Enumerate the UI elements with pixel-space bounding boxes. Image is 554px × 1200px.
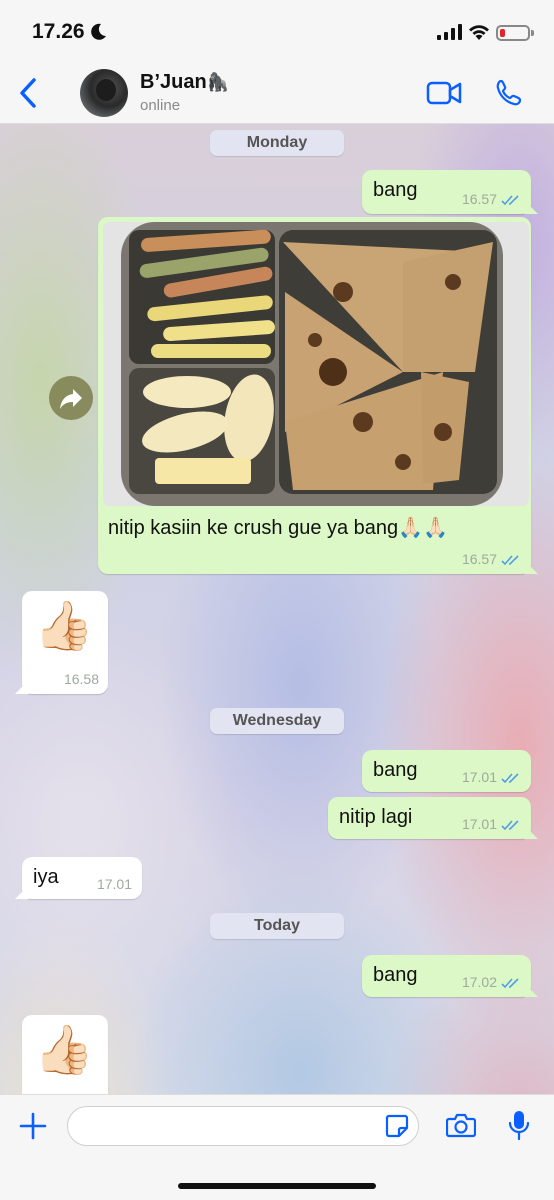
message-photo[interactable] xyxy=(103,222,529,506)
message-input[interactable] xyxy=(67,1106,419,1146)
message-text: bang xyxy=(373,759,418,781)
message-outgoing[interactable]: bang 17.01 xyxy=(362,750,531,792)
composer-bar xyxy=(0,1094,554,1200)
home-indicator xyxy=(178,1183,376,1189)
date-separator-today: Today xyxy=(210,913,344,939)
microphone-icon[interactable] xyxy=(507,1109,531,1141)
message-meta: 17.01 xyxy=(462,769,521,785)
double-check-icon xyxy=(501,978,519,989)
avatar[interactable] xyxy=(80,69,128,117)
chat-header: B’Juan🦍 online xyxy=(0,62,554,124)
double-check-icon xyxy=(501,820,519,831)
date-separator-monday: Monday xyxy=(210,130,344,156)
status-bar: 17.26 xyxy=(0,0,554,62)
contact-name-text: B’Juan xyxy=(140,71,207,93)
message-incoming[interactable]: iya 17.01 xyxy=(15,857,142,899)
sticker-icon[interactable] xyxy=(385,1114,409,1138)
forward-button[interactable] xyxy=(49,376,93,420)
message-outgoing[interactable]: bang 17.02 xyxy=(362,955,538,997)
message-incoming-sticker[interactable]: 👍🏻 16.58 xyxy=(15,591,108,694)
signal-icon xyxy=(437,24,462,40)
message-time: 17.02 xyxy=(461,974,497,990)
message-outgoing[interactable]: nitip lagi 17.01 xyxy=(328,797,538,839)
double-check-icon xyxy=(501,555,519,566)
double-check-icon xyxy=(501,773,519,784)
message-text: bang xyxy=(373,179,418,201)
contact-status: online xyxy=(140,97,181,114)
message-time: 16.57 xyxy=(461,551,497,567)
message-time: 17.01 xyxy=(461,816,497,832)
chat-area[interactable]: Monday bang 16.57 nitip kasiin ke crush … xyxy=(0,124,554,1094)
message-outgoing-image[interactable]: nitip kasiin ke crush gue ya bang🙏🏻🙏🏻 16… xyxy=(98,217,538,574)
message-meta: 16.57 xyxy=(462,551,521,567)
message-outgoing[interactable]: bang 16.57 xyxy=(362,170,538,214)
contact-name[interactable]: B’Juan🦍 xyxy=(140,71,229,94)
phone-icon[interactable] xyxy=(494,78,524,108)
video-camera-icon[interactable] xyxy=(426,80,462,106)
double-check-icon xyxy=(501,195,519,206)
message-meta: 16.57 xyxy=(462,191,521,207)
message-time: 16.57 xyxy=(461,191,497,207)
message-text: bang xyxy=(373,964,418,986)
message-meta: 17.01 xyxy=(462,816,521,832)
battery-icon xyxy=(496,25,530,41)
message-incoming-sticker[interactable]: 👍🏻 xyxy=(22,1015,108,1094)
forward-arrow-icon xyxy=(60,389,82,409)
date-separator-wednesday: Wednesday xyxy=(210,708,344,734)
message-text: iya xyxy=(33,866,59,888)
moon-icon xyxy=(91,23,106,40)
message-caption: nitip kasiin ke crush gue ya bang🙏🏻🙏🏻 xyxy=(108,517,448,539)
message-time: 17.01 xyxy=(461,769,497,785)
message-meta: 16.58 xyxy=(64,671,99,687)
camera-icon[interactable] xyxy=(446,1112,476,1138)
message-meta: 17.02 xyxy=(462,974,521,990)
thumbs-up-sticker: 👍🏻 xyxy=(34,600,94,653)
wifi-icon xyxy=(469,25,489,40)
message-time: 17.01 xyxy=(96,876,132,892)
message-time: 16.58 xyxy=(63,671,99,687)
thumbs-up-sticker: 👍🏻 xyxy=(34,1024,94,1077)
message-text: nitip lagi xyxy=(339,806,413,828)
message-meta: 17.01 xyxy=(97,876,132,892)
contact-name-emoji: 🦍 xyxy=(206,72,230,92)
plus-icon[interactable] xyxy=(18,1111,48,1141)
status-time: 17.26 xyxy=(32,20,85,43)
chevron-left-icon[interactable] xyxy=(14,76,42,110)
lunchbox-image xyxy=(103,222,529,506)
